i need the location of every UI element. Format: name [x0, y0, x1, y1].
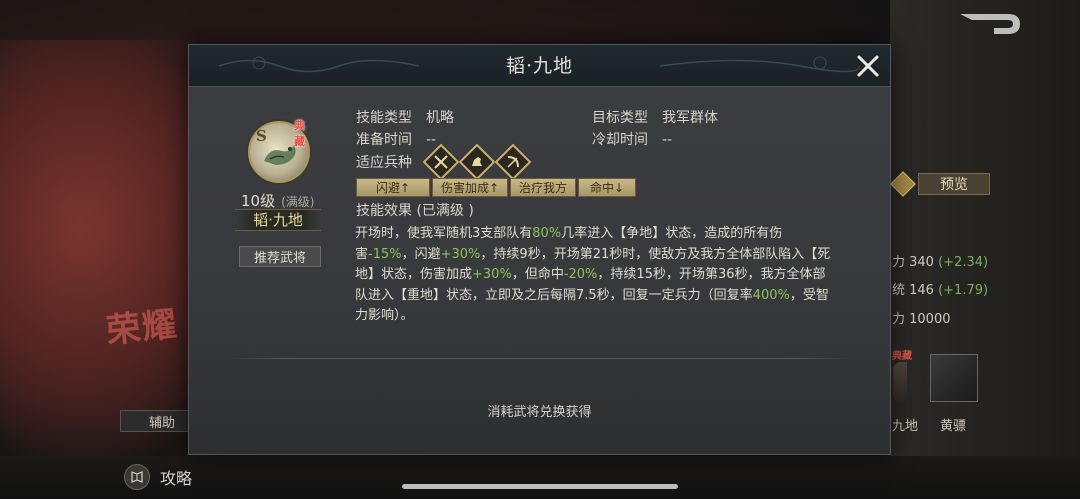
stat-row: 力 10000 [892, 308, 951, 327]
skill-level-note: (满级) [281, 195, 315, 209]
tag-dodge-up: 闪避↑ [356, 178, 430, 197]
target-type-value: 我军群体 [662, 110, 718, 126]
target-type-label: 目标类型 [592, 110, 648, 126]
cooldown-label: 冷却时间 [592, 132, 648, 148]
effect-text: ，但命中 [511, 267, 564, 283]
cooldown-value: -- [662, 132, 673, 148]
effect-text: 开场时，使我军随机3支部队有 [355, 226, 533, 241]
spear-troop-icon [422, 143, 460, 181]
effect-value-highlight: -15% [368, 246, 402, 262]
effect-title: 技能效果 (已满级 ) [356, 203, 474, 219]
background-horse-name: 黄骠 [940, 419, 967, 434]
target-type-row: 目标类型 我军群体 [592, 107, 718, 127]
skill-detail-modal: 韬·九地 S 典藏 10级 (满级) 韬·九地 推荐武将 技能类型 机略 目标类型我… [188, 44, 891, 455]
book-icon [124, 464, 150, 490]
prep-time-value: -- [426, 132, 437, 148]
troop-icons [422, 143, 532, 181]
effect-value-highlight: -20% [563, 267, 598, 283]
home-indicator[interactable] [402, 484, 678, 489]
skill-grade: S [256, 127, 267, 145]
preview-button[interactable]: 预览 [918, 173, 990, 195]
skill-level-value: 10级 [241, 192, 276, 210]
background-collection-badge: 典藏 [892, 351, 912, 362]
guide-label: 攻略 [160, 469, 193, 488]
skill-type-value: 机略 [426, 110, 454, 126]
background-skill-thumb[interactable] [893, 362, 907, 402]
close-icon[interactable] [854, 52, 882, 80]
modal-title: 韬·九地 [505, 55, 574, 77]
stat-plus: (+2.34) [938, 255, 989, 270]
cooldown-row: 冷却时间 -- [592, 129, 672, 149]
effect-tags: 闪避↑ 伤害加成↑ 治疗我方 命中↓ [356, 178, 638, 197]
background-game-logo: 荣耀 [104, 304, 181, 352]
effect-value-highlight: 80% [532, 226, 562, 241]
skill-icon: S 典藏 [248, 119, 314, 187]
collection-badge: 典藏 [294, 119, 305, 148]
skill-type-label: 技能类型 [356, 110, 412, 126]
divider [229, 358, 851, 359]
skill-name: 韬·九地 [235, 209, 321, 231]
cavalry-troop-icon [458, 143, 496, 181]
stat-label: 力 10000 [892, 312, 951, 327]
stat-plus: (+1.79) [938, 283, 989, 298]
effect-text: ，闪避 [401, 246, 441, 262]
background-skill-name: 九地 [892, 419, 919, 434]
effect-value-highlight: +30% [440, 246, 481, 262]
stat-label: 力 340 [892, 255, 934, 270]
effect-description: 开场时，使我军随机3支部队有80%几率进入【争地】状态，造成的所有伤害-15%，… [355, 224, 835, 327]
troop-type-label: 适应兵种 [356, 155, 412, 171]
archer-troop-icon [494, 143, 532, 181]
recommend-general-button[interactable]: 推荐武将 [239, 246, 321, 267]
skill-type-row: 技能类型 机略 [356, 107, 454, 127]
skill-level: 10级 (满级) [241, 190, 314, 211]
prep-time-row: 准备时间 -- [356, 129, 436, 149]
prep-time-label: 准备时间 [356, 132, 412, 148]
effect-value-highlight: 400% [752, 287, 790, 303]
background-right-panel [890, 0, 1080, 499]
guide-button[interactable]: 攻略 [124, 464, 192, 490]
tag-damage-up: 伤害加成↑ [432, 178, 508, 197]
obtain-method: 消耗武将兑换获得 [487, 405, 592, 420]
effect-value-highlight: +30% [472, 267, 512, 283]
stat-label: 统 146 [892, 283, 934, 298]
tag-heal-ally: 治疗我方 [510, 178, 576, 197]
troop-type-row: 适应兵种 [356, 152, 412, 172]
modal-header: 韬·九地 [189, 45, 890, 87]
background-horse-thumb[interactable] [930, 354, 978, 402]
tag-hit-down: 命中↓ [578, 178, 636, 197]
back-arrow-icon[interactable] [958, 12, 1024, 36]
stat-row: 统 146 (+1.79) [892, 279, 988, 298]
stat-row: 力 340 (+2.34) [892, 251, 988, 270]
